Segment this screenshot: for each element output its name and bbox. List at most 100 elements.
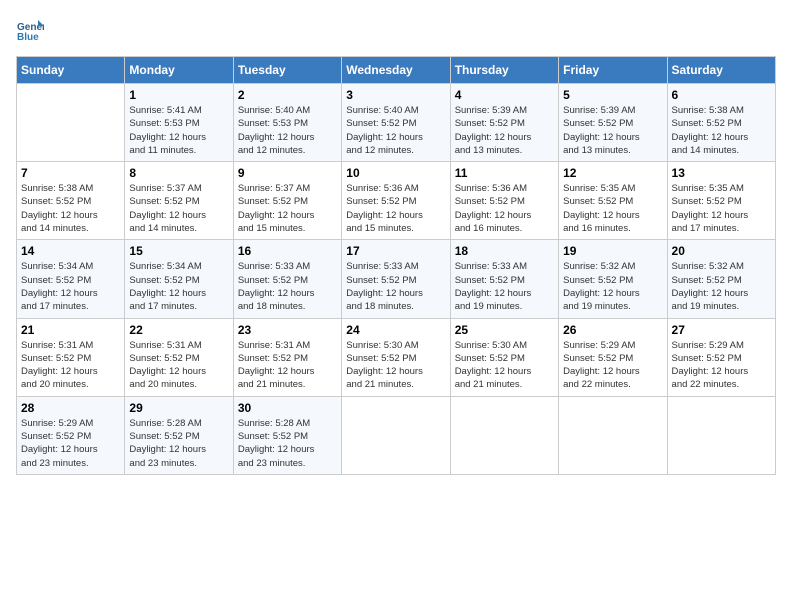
day-number: 17: [346, 244, 445, 258]
day-info: Sunrise: 5:40 AMSunset: 5:53 PMDaylight:…: [238, 104, 337, 157]
day-number: 23: [238, 323, 337, 337]
calendar-cell: 11 Sunrise: 5:36 AMSunset: 5:52 PMDayligh…: [450, 162, 558, 240]
day-info: Sunrise: 5:29 AMSunset: 5:52 PMDaylight:…: [672, 339, 771, 392]
calendar-cell: 12 Sunrise: 5:35 AMSunset: 5:52 PMDayligh…: [559, 162, 667, 240]
weekday-header-tuesday: Tuesday: [233, 57, 341, 84]
day-info: Sunrise: 5:28 AMSunset: 5:52 PMDaylight:…: [129, 417, 228, 470]
calendar-cell: 18 Sunrise: 5:33 AMSunset: 5:52 PMDayligh…: [450, 240, 558, 318]
weekday-header-monday: Monday: [125, 57, 233, 84]
day-number: 13: [672, 166, 771, 180]
calendar-cell: 17 Sunrise: 5:33 AMSunset: 5:52 PMDayligh…: [342, 240, 450, 318]
day-info: Sunrise: 5:33 AMSunset: 5:52 PMDaylight:…: [346, 260, 445, 313]
day-number: 22: [129, 323, 228, 337]
day-number: 1: [129, 88, 228, 102]
day-number: 21: [21, 323, 120, 337]
day-number: 10: [346, 166, 445, 180]
day-info: Sunrise: 5:31 AMSunset: 5:52 PMDaylight:…: [21, 339, 120, 392]
day-number: 5: [563, 88, 662, 102]
logo: General Blue: [16, 16, 48, 44]
calendar-cell: 20 Sunrise: 5:32 AMSunset: 5:52 PMDayligh…: [667, 240, 775, 318]
day-info: Sunrise: 5:36 AMSunset: 5:52 PMDaylight:…: [346, 182, 445, 235]
general-blue-icon: General Blue: [16, 16, 44, 44]
calendar-cell: [17, 84, 125, 162]
day-number: 2: [238, 88, 337, 102]
calendar-cell: 26Sunrise: 5:29 AMSunset: 5:52 PMDayligh…: [559, 318, 667, 396]
day-number: 12: [563, 166, 662, 180]
calendar-cell: 22 Sunrise: 5:31 AMSunset: 5:52 PMDayligh…: [125, 318, 233, 396]
weekday-header-sunday: Sunday: [17, 57, 125, 84]
day-info: Sunrise: 5:33 AMSunset: 5:52 PMDaylight:…: [238, 260, 337, 313]
day-number: 15: [129, 244, 228, 258]
calendar-cell: 16Sunrise: 5:33 AMSunset: 5:52 PMDayligh…: [233, 240, 341, 318]
calendar-cell: 4Sunrise: 5:39 AMSunset: 5:52 PMDaylight…: [450, 84, 558, 162]
day-number: 14: [21, 244, 120, 258]
day-number: 19: [563, 244, 662, 258]
calendar-cell: 1Sunrise: 5:41 AMSunset: 5:53 PMDaylight…: [125, 84, 233, 162]
calendar-week-row: 1Sunrise: 5:41 AMSunset: 5:53 PMDaylight…: [17, 84, 776, 162]
day-info: Sunrise: 5:31 AMSunset: 5:52 PMDaylight:…: [238, 339, 337, 392]
weekday-header-wednesday: Wednesday: [342, 57, 450, 84]
calendar-cell: 25 Sunrise: 5:30 AMSunset: 5:52 PMDayligh…: [450, 318, 558, 396]
calendar-cell: 21 Sunrise: 5:31 AMSunset: 5:52 PMDayligh…: [17, 318, 125, 396]
calendar-cell: 27 Sunrise: 5:29 AMSunset: 5:52 PMDayligh…: [667, 318, 775, 396]
calendar-cell: 29 Sunrise: 5:28 AMSunset: 5:52 PMDayligh…: [125, 396, 233, 474]
calendar-cell: 19 Sunrise: 5:32 AMSunset: 5:52 PMDayligh…: [559, 240, 667, 318]
day-number: 11: [455, 166, 554, 180]
day-number: 26: [563, 323, 662, 337]
day-number: 20: [672, 244, 771, 258]
weekday-header-friday: Friday: [559, 57, 667, 84]
day-info: Sunrise: 5:37 AMSunset: 5:52 PMDaylight:…: [129, 182, 228, 235]
day-info: Sunrise: 5:35 AMSunset: 5:52 PMDaylight:…: [672, 182, 771, 235]
day-info: Sunrise: 5:32 AMSunset: 5:52 PMDaylight:…: [672, 260, 771, 313]
calendar-cell: 5Sunrise: 5:39 AMSunset: 5:52 PMDaylight…: [559, 84, 667, 162]
calendar-cell: [342, 396, 450, 474]
day-info: Sunrise: 5:30 AMSunset: 5:52 PMDaylight:…: [346, 339, 445, 392]
day-info: Sunrise: 5:29 AMSunset: 5:52 PMDaylight:…: [21, 417, 120, 470]
calendar-cell: [450, 396, 558, 474]
day-info: Sunrise: 5:32 AMSunset: 5:52 PMDaylight:…: [563, 260, 662, 313]
calendar-cell: 24 Sunrise: 5:30 AMSunset: 5:52 PMDayligh…: [342, 318, 450, 396]
day-info: Sunrise: 5:36 AMSunset: 5:52 PMDaylight:…: [455, 182, 554, 235]
day-number: 9: [238, 166, 337, 180]
day-number: 18: [455, 244, 554, 258]
day-number: 8: [129, 166, 228, 180]
calendar-cell: 3Sunrise: 5:40 AMSunset: 5:52 PMDaylight…: [342, 84, 450, 162]
day-info: Sunrise: 5:35 AMSunset: 5:52 PMDaylight:…: [563, 182, 662, 235]
calendar-table: SundayMondayTuesdayWednesdayThursdayFrid…: [16, 56, 776, 475]
calendar-cell: [667, 396, 775, 474]
calendar-week-row: 28 Sunrise: 5:29 AMSunset: 5:52 PMDayligh…: [17, 396, 776, 474]
day-info: Sunrise: 5:40 AMSunset: 5:52 PMDaylight:…: [346, 104, 445, 157]
day-number: 7: [21, 166, 120, 180]
calendar-cell: 13 Sunrise: 5:35 AMSunset: 5:52 PMDayligh…: [667, 162, 775, 240]
day-info: Sunrise: 5:33 AMSunset: 5:52 PMDaylight:…: [455, 260, 554, 313]
day-info: Sunrise: 5:38 AMSunset: 5:52 PMDaylight:…: [21, 182, 120, 235]
day-info: Sunrise: 5:30 AMSunset: 5:52 PMDaylight:…: [455, 339, 554, 392]
calendar-cell: 9 Sunrise: 5:37 AMSunset: 5:52 PMDaylight…: [233, 162, 341, 240]
day-number: 27: [672, 323, 771, 337]
calendar-header-row: SundayMondayTuesdayWednesdayThursdayFrid…: [17, 57, 776, 84]
day-info: Sunrise: 5:34 AMSunset: 5:52 PMDaylight:…: [21, 260, 120, 313]
calendar-cell: 14 Sunrise: 5:34 AMSunset: 5:52 PMDayligh…: [17, 240, 125, 318]
day-info: Sunrise: 5:31 AMSunset: 5:52 PMDaylight:…: [129, 339, 228, 392]
day-info: Sunrise: 5:28 AMSunset: 5:52 PMDaylight:…: [238, 417, 337, 470]
calendar-cell: 6 Sunrise: 5:38 AMSunset: 5:52 PMDaylight…: [667, 84, 775, 162]
calendar-cell: 30Sunrise: 5:28 AMSunset: 5:52 PMDayligh…: [233, 396, 341, 474]
weekday-header-thursday: Thursday: [450, 57, 558, 84]
svg-text:Blue: Blue: [17, 32, 39, 43]
calendar-week-row: 7 Sunrise: 5:38 AMSunset: 5:52 PMDaylight…: [17, 162, 776, 240]
day-info: Sunrise: 5:38 AMSunset: 5:52 PMDaylight:…: [672, 104, 771, 157]
calendar-week-row: 21 Sunrise: 5:31 AMSunset: 5:52 PMDayligh…: [17, 318, 776, 396]
day-number: 28: [21, 401, 120, 415]
calendar-cell: 10 Sunrise: 5:36 AMSunset: 5:52 PMDayligh…: [342, 162, 450, 240]
calendar-cell: 7 Sunrise: 5:38 AMSunset: 5:52 PMDaylight…: [17, 162, 125, 240]
day-number: 24: [346, 323, 445, 337]
day-number: 29: [129, 401, 228, 415]
weekday-header-saturday: Saturday: [667, 57, 775, 84]
calendar-week-row: 14 Sunrise: 5:34 AMSunset: 5:52 PMDayligh…: [17, 240, 776, 318]
day-number: 6: [672, 88, 771, 102]
day-info: Sunrise: 5:37 AMSunset: 5:52 PMDaylight:…: [238, 182, 337, 235]
day-number: 25: [455, 323, 554, 337]
calendar-cell: 2 Sunrise: 5:40 AMSunset: 5:53 PMDaylight…: [233, 84, 341, 162]
calendar-cell: 8 Sunrise: 5:37 AMSunset: 5:52 PMDaylight…: [125, 162, 233, 240]
calendar-cell: 15Sunrise: 5:34 AMSunset: 5:52 PMDayligh…: [125, 240, 233, 318]
